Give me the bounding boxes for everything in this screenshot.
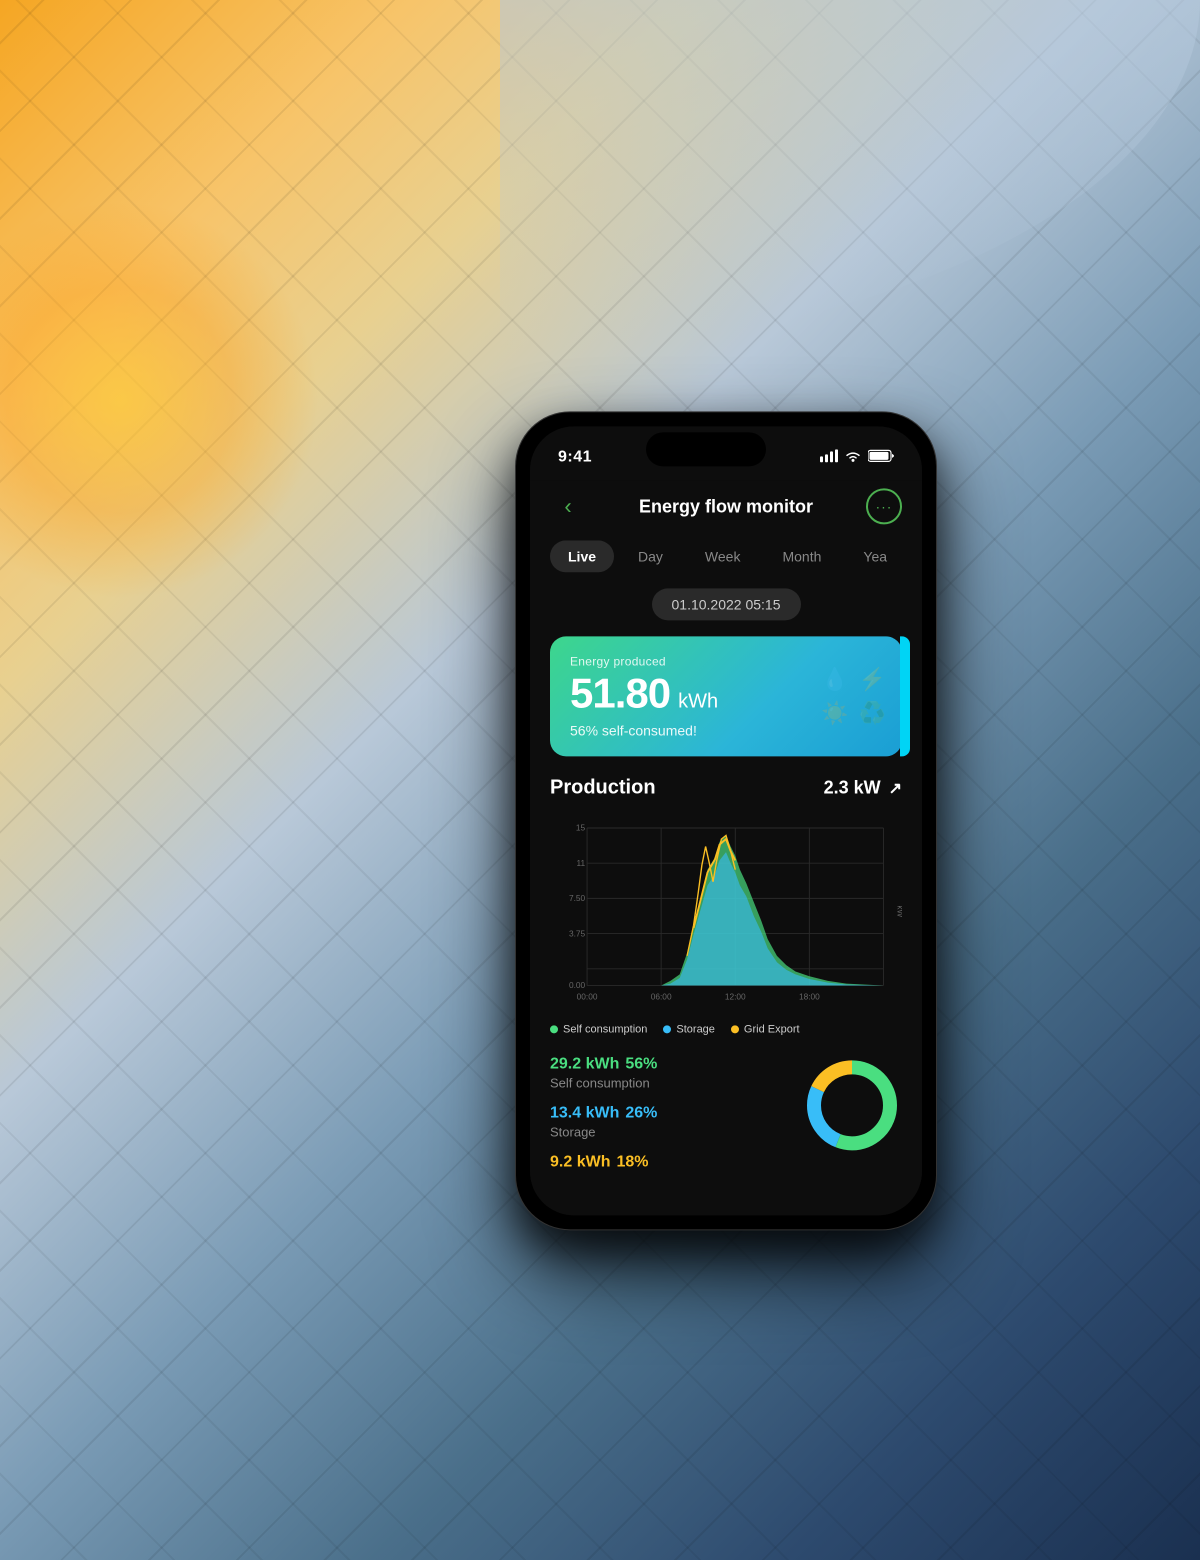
production-kw-value: 2.3 kW (824, 777, 881, 798)
svg-text:11: 11 (577, 858, 586, 868)
more-options-button[interactable]: ··· (866, 488, 902, 524)
stat-self-consumption-pct: 56% (625, 1055, 657, 1073)
status-icons (820, 449, 894, 465)
water-drop-icon: 💧 (821, 666, 848, 692)
tab-week[interactable]: Week (687, 540, 759, 572)
energy-unit: kWh (678, 690, 718, 713)
energy-card-icons: 💧 ⚡ ☀️ ♻️ (821, 666, 886, 726)
signal-icon (820, 449, 838, 465)
app-content: ‹ Energy flow monitor ··· Live Day Week … (530, 480, 922, 1215)
legend-dot-yellow (731, 1025, 739, 1033)
svg-text:3.75: 3.75 (569, 928, 586, 938)
chart-legend: Self consumption Storage Grid Export (550, 1023, 902, 1035)
stats-section: 29.2 kWh 56% Self consumption 13.4 kWh 2… (550, 1055, 902, 1171)
phone-wrapper: 9:41 (516, 412, 936, 1229)
legend-grid-export: Grid Export (731, 1023, 800, 1035)
phone-screen: 9:41 (530, 426, 922, 1215)
app-header: ‹ Energy flow monitor ··· (550, 480, 902, 540)
legend-label-self-consumption: Self consumption (563, 1023, 647, 1035)
dynamic-island (646, 432, 766, 466)
legend-dot-green (550, 1025, 558, 1033)
donut-chart-svg (802, 1055, 902, 1155)
production-header: Production 2.3 kW ↗ (550, 776, 902, 799)
svg-text:00:00: 00:00 (577, 991, 598, 1001)
recycle-icon: ♻️ (859, 700, 886, 726)
svg-text:12:00: 12:00 (725, 991, 746, 1001)
back-button[interactable]: ‹ (550, 488, 586, 524)
solar-panel-icon: ☀️ (821, 700, 848, 726)
legend-storage: Storage (663, 1023, 715, 1035)
wifi-icon (844, 449, 862, 465)
stat-grid-export-kwh: 9.2 kWh (550, 1153, 610, 1171)
tab-year[interactable]: Yea (845, 540, 902, 572)
svg-text:kW: kW (895, 905, 902, 917)
legend-dot-blue (663, 1025, 671, 1033)
legend-self-consumption: Self consumption (550, 1023, 647, 1035)
svg-text:7.50: 7.50 (569, 893, 586, 903)
stat-storage-pct: 26% (625, 1104, 657, 1122)
stat-grid-export-pct: 18% (616, 1153, 648, 1171)
stat-self-consumption-kwh: 29.2 kWh (550, 1055, 619, 1073)
tab-day[interactable]: Day (620, 540, 681, 572)
tab-month[interactable]: Month (764, 540, 839, 572)
status-bar: 9:41 (530, 426, 922, 480)
cyan-accent-bar (900, 636, 910, 756)
production-value-row: 2.3 kW ↗ (824, 777, 902, 798)
energy-value: 51.80 (570, 672, 670, 714)
phone-device: 9:41 (516, 412, 936, 1229)
expand-icon[interactable]: ↗ (889, 778, 902, 798)
legend-label-grid-export: Grid Export (744, 1023, 800, 1035)
more-icon: ··· (875, 498, 892, 514)
legend-label-storage: Storage (676, 1023, 715, 1035)
back-chevron-icon: ‹ (564, 493, 571, 519)
svg-text:15: 15 (576, 823, 586, 833)
svg-text:18:00: 18:00 (799, 991, 820, 1001)
stat-storage-kwh: 13.4 kWh (550, 1104, 619, 1122)
battery-icon (868, 449, 894, 465)
status-time: 9:41 (558, 448, 592, 466)
production-chart: 15 11 7.50 3.75 0.00 kW 00:00 06:00 12:0… (550, 811, 902, 1011)
svg-text:0.00: 0.00 (569, 980, 586, 990)
donut-chart-wrapper (802, 1055, 902, 1155)
date-display: 01.10.2022 05:15 (550, 588, 902, 620)
energy-produced-card: Energy produced 51.80 kWh 56% self-consu… (550, 636, 902, 756)
svg-text:06:00: 06:00 (651, 991, 672, 1001)
page-title: Energy flow monitor (639, 496, 813, 517)
date-badge: 01.10.2022 05:15 (652, 588, 801, 620)
wind-turbine-icon: ⚡ (859, 666, 886, 692)
chart-svg: 15 11 7.50 3.75 0.00 kW 00:00 06:00 12:0… (550, 811, 902, 1011)
stat-row-grid-export: 9.2 kWh 18% (550, 1153, 902, 1171)
time-period-tabs: Live Day Week Month Yea (550, 540, 902, 572)
energy-card-wrapper: Energy produced 51.80 kWh 56% self-consu… (550, 636, 902, 756)
production-title: Production (550, 776, 656, 799)
tab-live[interactable]: Live (550, 540, 614, 572)
